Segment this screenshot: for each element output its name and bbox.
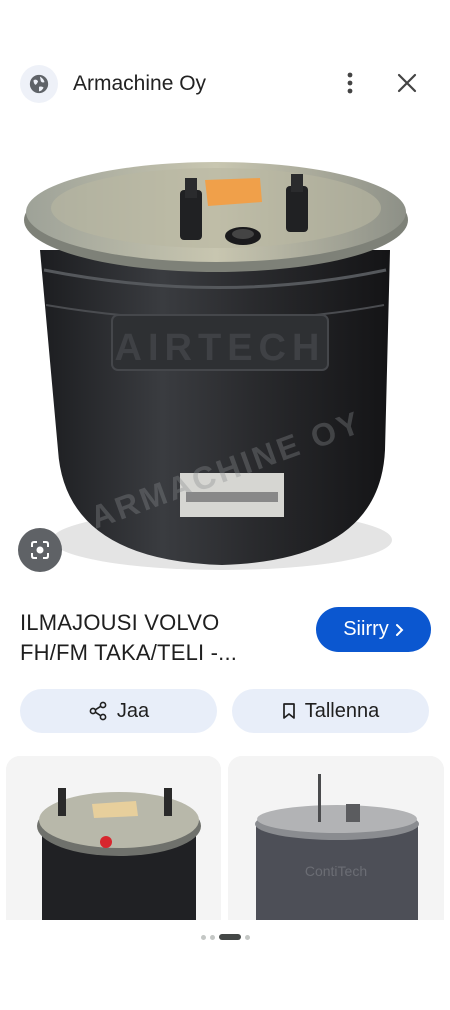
related-image-1[interactable] (6, 756, 221, 920)
more-vertical-icon (347, 72, 353, 94)
google-lens-icon (31, 541, 49, 559)
share-label: Jaa (116, 699, 150, 722)
product-image[interactable]: AIRTECH ARMACHINE OY (0, 120, 450, 590)
close-button[interactable] (390, 66, 424, 100)
result-title[interactable]: ILMAJOUSI VOLVO FH/FM TAKA/TELI -... (20, 608, 300, 668)
result-title-line1: ILMAJOUSI VOLVO (20, 610, 220, 635)
page-dot-active[interactable] (218, 934, 241, 940)
page-dot[interactable] (244, 934, 250, 940)
svg-text:AIRTECH: AIRTECH (115, 327, 326, 369)
site-name[interactable]: Armachine Oy (73, 72, 206, 96)
page-dot[interactable] (209, 934, 215, 940)
save-label: Tallenna (304, 699, 380, 722)
globe-icon[interactable] (20, 65, 58, 103)
related-image-2[interactable]: ContiTech (228, 756, 444, 920)
share-icon (89, 701, 107, 721)
source-header: Armachine Oy (0, 62, 450, 106)
more-options-button[interactable] (333, 66, 367, 100)
close-icon (397, 73, 417, 93)
pagination-dots (0, 932, 450, 942)
bookmark-icon (282, 703, 295, 719)
share-button[interactable]: Jaa (20, 689, 217, 733)
visit-button[interactable]: Siirry (316, 607, 431, 652)
svg-text:ContiTech: ContiTech (305, 863, 367, 879)
chevron-right-icon (395, 623, 404, 636)
page-dot[interactable] (200, 934, 206, 940)
visit-button-label: Siirry (343, 618, 389, 640)
google-lens-button[interactable] (18, 528, 62, 572)
save-button[interactable]: Tallenna (232, 689, 429, 733)
result-title-line2: FH/FM TAKA/TELI -... (20, 640, 238, 665)
